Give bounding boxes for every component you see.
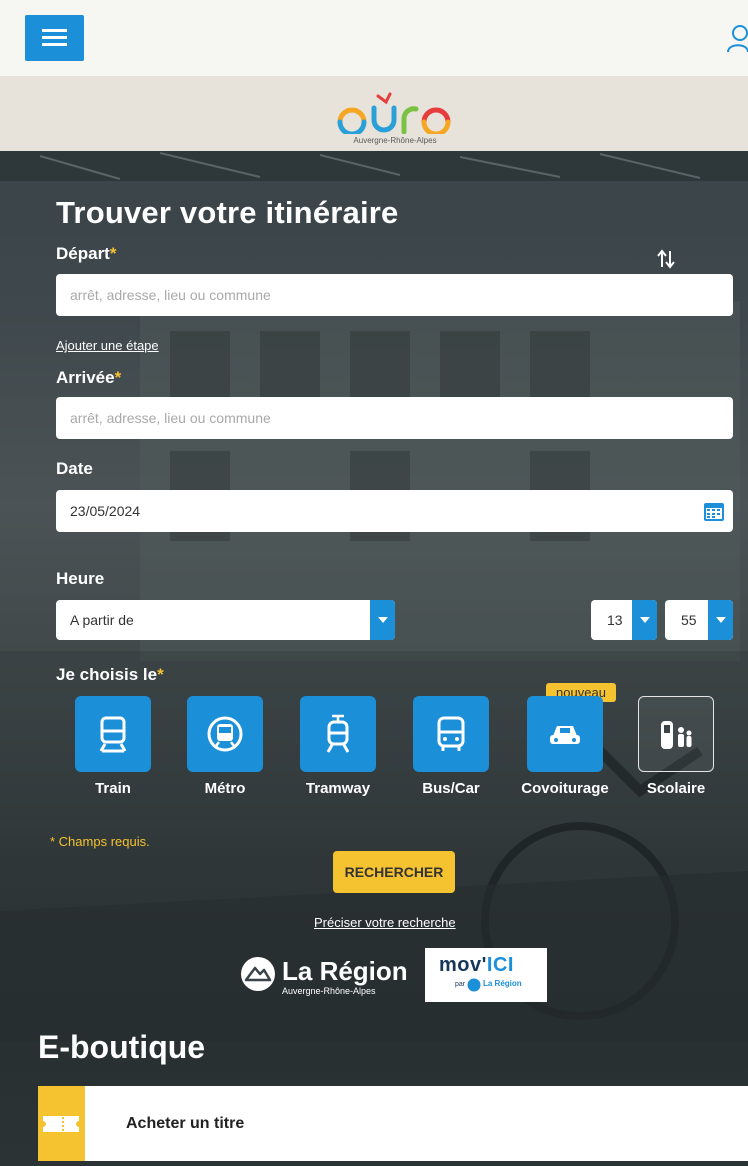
oura-logo[interactable]: Auvergne-Rhône-Alpes [330,82,460,146]
mode-tile [413,696,489,772]
mode-label: Tramway [305,780,371,797]
logo-subtitle: Auvergne-Rhône-Alpes [353,136,437,145]
search-button[interactable]: RECHERCHER [333,851,455,893]
ticket-icon [43,1116,79,1132]
chevron-down-icon [370,600,395,640]
modes-label-text: Je choisis le [56,665,158,684]
time-label: Heure [56,569,105,588]
eboutique-section: E-boutique Acheter un titre [0,1029,748,1166]
date-input[interactable]: 23/05/2024 [56,490,733,532]
date-value: 23/05/2024 [70,503,141,519]
departure-label-text: Départ [56,244,110,263]
movici-ici: ICI [486,954,514,976]
user-icon[interactable] [726,24,748,54]
region-subtitle: Auvergne-Rhône-Alpes [282,986,376,996]
school-icon [661,721,692,749]
mode-covoiturage[interactable]: Covoiturage [515,696,615,797]
mode-tile [527,696,603,772]
arrival-label: Arrivée* [56,368,121,388]
mode-tile [638,696,714,772]
itinerary-search-panel: Trouver votre itinéraire Départ* arrêt, … [0,151,748,1041]
hamburger-icon-line [42,43,67,46]
mode-tile [187,696,263,772]
buy-ticket-label: Acheter un titre [126,1115,245,1132]
arrival-label-text: Arrivée [56,368,115,387]
train-icon [99,716,127,753]
region-emblem-icon [467,978,481,992]
movici-mov: mov' [439,954,487,976]
bus-icon [437,716,465,751]
mode-train[interactable]: Train [63,696,163,797]
buy-ticket-item[interactable]: Acheter un titre [38,1086,748,1161]
arrival-input[interactable]: arrêt, adresse, lieu ou commune [56,397,733,439]
eboutique-title: E-boutique [38,1029,206,1065]
top-bar [0,0,748,76]
movici-par: par [455,981,466,988]
tramway-icon [326,714,350,753]
hour-value: 13 [607,612,623,628]
required-fields-note: * Champs requis. [50,834,150,849]
mode-label: Train [95,780,131,797]
modes-label: Je choisis le* [56,665,164,685]
time-mode-select[interactable]: A partir de [56,600,395,640]
mode-label: Scolaire [646,780,706,797]
departure-label: Départ* [56,244,116,264]
brand-band: Auvergne-Rhône-Alpes [0,76,748,151]
chevron-down-icon [708,600,733,640]
departure-input[interactable]: arrêt, adresse, lieu ou commune [56,274,733,316]
required-mark: * [109,244,117,263]
metro-icon [207,716,243,752]
chevron-down-icon [632,600,657,640]
required-mark: * [114,368,122,387]
minute-select[interactable]: 55 [665,600,733,640]
mode-tramway[interactable]: Tramway [288,696,388,797]
swap-icon[interactable] [655,248,677,270]
region-name: La Région [282,956,408,986]
movici-region: La Région [483,979,522,988]
mode-label: Covoiturage [521,780,609,797]
movici-logo[interactable]: mov'ICI par La Région [425,948,547,1002]
page-title: Trouver votre itinéraire [56,195,399,230]
movici-wordmark: mov'ICI [439,954,514,977]
hamburger-icon-line [42,36,67,39]
mode-bus[interactable]: Bus/Car [401,696,501,797]
region-logo[interactable]: La Région Auvergne-Rhône-Alpes [240,956,408,997]
mode-tile [75,696,151,772]
calendar-icon[interactable] [703,500,725,522]
mode-metro[interactable]: Métro [175,696,275,797]
region-emblem-icon [241,957,275,991]
arrival-placeholder: arrêt, adresse, lieu ou commune [70,410,271,426]
menu-button[interactable] [25,15,84,61]
minute-value: 55 [681,612,697,628]
date-label: Date [56,459,93,478]
time-mode-value: A partir de [70,612,134,628]
mode-tile [300,696,376,772]
mode-label: Bus/Car [422,780,480,797]
mode-scolaire[interactable]: Scolaire [626,696,726,797]
car-icon [550,726,580,744]
departure-placeholder: arrêt, adresse, lieu ou commune [70,287,271,303]
hamburger-icon [42,29,67,32]
mode-label: Métro [204,780,246,797]
add-step-link[interactable]: Ajouter une étape [56,338,159,353]
ticket-icon-tile [38,1086,85,1161]
refine-search-link[interactable]: Préciser votre recherche [314,915,456,930]
oura-logo-mark [337,92,451,137]
hour-select[interactable]: 13 [591,600,657,640]
required-mark: * [157,665,164,684]
